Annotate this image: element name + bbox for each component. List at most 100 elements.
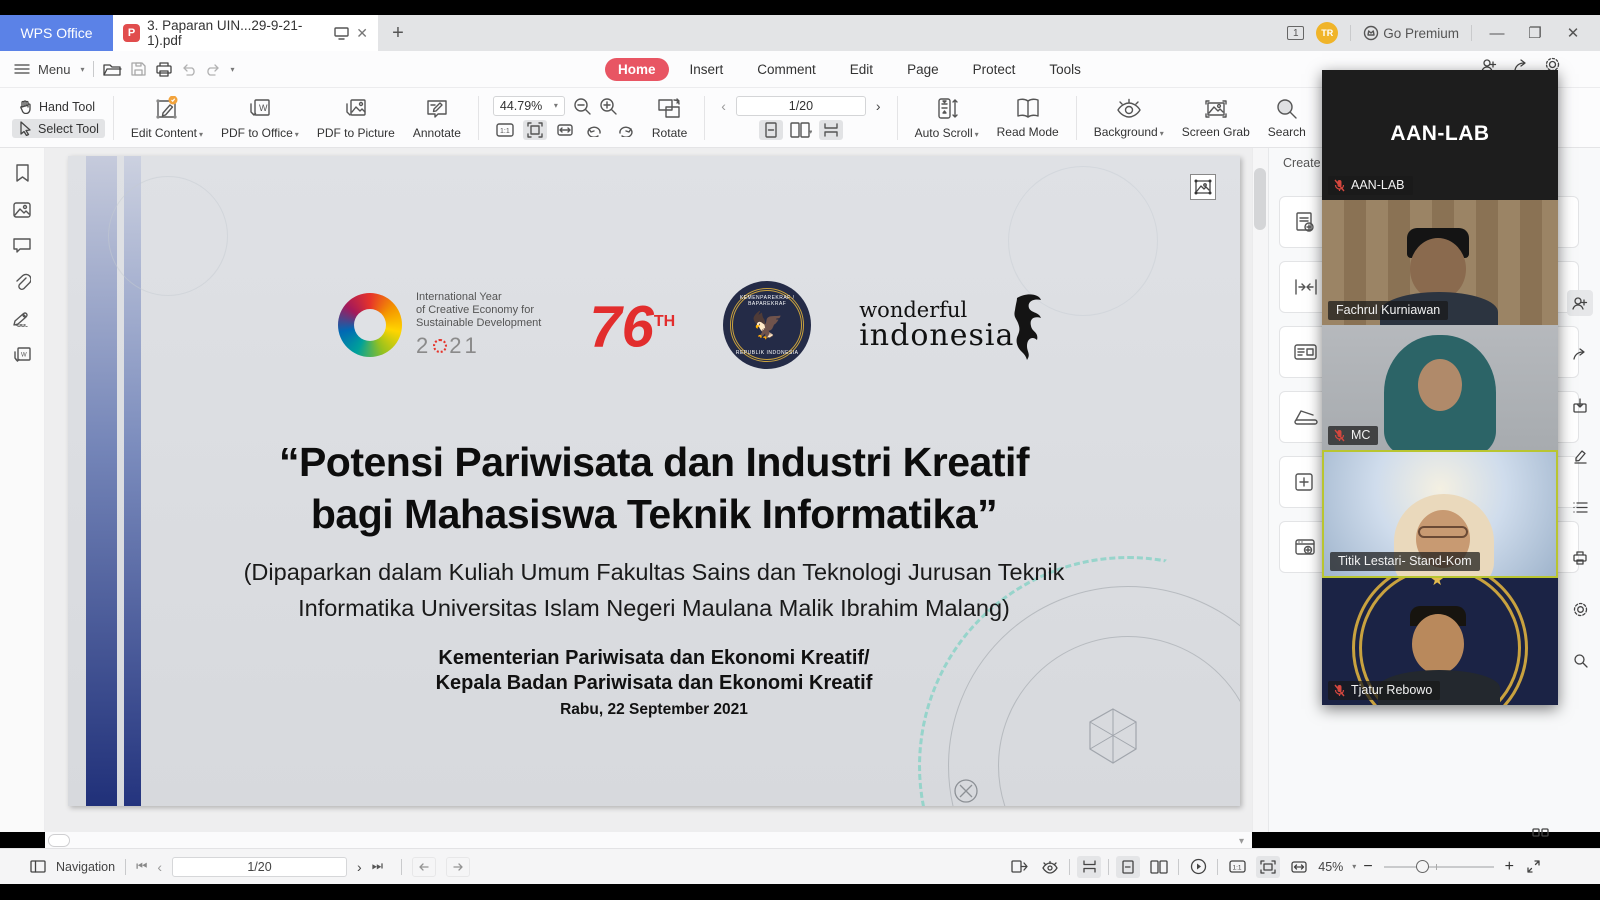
- undo-icon[interactable]: [181, 63, 197, 76]
- tab-protect[interactable]: Protect: [960, 58, 1029, 81]
- close-document-icon[interactable]: ✕: [356, 25, 368, 42]
- new-tab-button[interactable]: +: [378, 15, 418, 51]
- attachments-icon[interactable]: [13, 273, 31, 291]
- pdf-to-office-button[interactable]: W PDF to Office▾: [221, 96, 299, 140]
- comments-icon[interactable]: [13, 238, 31, 253]
- print-icon[interactable]: [155, 61, 173, 77]
- continuous-view-icon[interactable]: [1077, 856, 1101, 878]
- zoom-percentage[interactable]: 45%: [1318, 860, 1343, 874]
- rotate-right-icon[interactable]: [613, 120, 637, 140]
- search-button[interactable]: Search: [1268, 97, 1306, 139]
- pdf-page[interactable]: International Year of Creative Economy f…: [68, 156, 1240, 806]
- fit-width-icon[interactable]: [553, 120, 577, 140]
- vertical-scrollbar-thumb[interactable]: [1254, 168, 1266, 230]
- scrollbar-down-arrow[interactable]: ▾: [1239, 836, 1244, 847]
- edit-pen-icon[interactable]: [1567, 443, 1593, 469]
- next-page-icon[interactable]: ›: [876, 98, 881, 114]
- auto-scroll-button[interactable]: Auto Scroll▾: [915, 96, 979, 140]
- share-user-icon[interactable]: [1567, 290, 1593, 316]
- search-icon[interactable]: [1567, 647, 1593, 673]
- tab-comment[interactable]: Comment: [744, 58, 829, 81]
- page-number-field[interactable]: 1/20: [172, 857, 347, 877]
- single-page-view-icon[interactable]: [1116, 856, 1140, 878]
- hamburger-icon[interactable]: [14, 63, 30, 75]
- open-file-icon[interactable]: [102, 61, 122, 77]
- play-slideshow-icon[interactable]: [1186, 856, 1210, 878]
- background-eye-icon[interactable]: [1038, 856, 1062, 878]
- fit-width-icon[interactable]: [1287, 856, 1311, 878]
- fullscreen-icon[interactable]: [1521, 856, 1545, 878]
- presenting-monitor-icon[interactable]: [334, 27, 349, 40]
- list-icon[interactable]: [1567, 494, 1593, 520]
- fit-page-icon[interactable]: [1256, 856, 1280, 878]
- rotate-left-icon[interactable]: [583, 120, 607, 140]
- minimize-button[interactable]: —: [1484, 25, 1510, 42]
- single-page-view-icon[interactable]: [759, 120, 783, 140]
- previous-page-icon[interactable]: ‹: [721, 98, 726, 114]
- two-page-view-icon[interactable]: [1147, 856, 1171, 878]
- participant-tile[interactable]: Fachrul Kurniawan: [1322, 200, 1558, 325]
- meeting-panel[interactable]: AAN-LAB AAN-LAB Fachrul Kurniawan MC: [1322, 70, 1558, 705]
- hand-tool-button[interactable]: Hand Tool: [12, 97, 105, 116]
- print-icon[interactable]: [1567, 545, 1593, 571]
- horizontal-scrollbar[interactable]: [45, 832, 1252, 848]
- participant-tile-active-speaker[interactable]: Titik Lestari- Stand-Kom: [1322, 450, 1558, 578]
- redo-icon[interactable]: [205, 63, 221, 76]
- pdf-to-picture-button[interactable]: PDF to Picture: [317, 96, 395, 140]
- export-icon[interactable]: [1567, 392, 1593, 418]
- edit-content-button[interactable]: Edit Content▾: [131, 96, 203, 140]
- zoom-slider-knob[interactable]: [1416, 860, 1429, 873]
- zoom-in-plus[interactable]: +: [1505, 858, 1514, 876]
- actual-size-icon[interactable]: 1:1: [1225, 856, 1249, 878]
- navigation-label[interactable]: Navigation: [56, 860, 115, 874]
- previous-page-icon[interactable]: ‹: [157, 859, 162, 875]
- rotate-button[interactable]: Rotate: [652, 96, 687, 140]
- back-view-icon[interactable]: [412, 857, 436, 877]
- participant-tile[interactable]: MC: [1322, 325, 1558, 450]
- go-premium-button[interactable]: Go Premium: [1363, 25, 1459, 41]
- two-page-view-icon[interactable]: ▾: [789, 120, 813, 140]
- thumbnails-icon[interactable]: [13, 202, 31, 218]
- annotate-button[interactable]: Annotate: [413, 96, 461, 140]
- document-tab[interactable]: P 3. Paparan UIN...29-9-21-1).pdf ✕: [113, 15, 378, 51]
- grid-view-icon[interactable]: [1532, 828, 1550, 838]
- pdf-convert-icon[interactable]: W: [13, 347, 31, 363]
- read-mode-button[interactable]: Read Mode: [997, 97, 1059, 139]
- horizontal-scrollbar-thumb[interactable]: [48, 834, 70, 847]
- signature-icon[interactable]: [12, 311, 32, 327]
- extract-image-button[interactable]: [1190, 174, 1216, 200]
- zoom-slider[interactable]: [1384, 866, 1494, 868]
- wps-office-tab[interactable]: WPS Office: [0, 15, 113, 51]
- auto-scroll-icon[interactable]: [1007, 856, 1031, 878]
- share-arrow-icon[interactable]: [1567, 341, 1593, 367]
- restore-button[interactable]: ❐: [1522, 24, 1548, 42]
- tab-insert[interactable]: Insert: [677, 58, 737, 81]
- bookmarks-icon[interactable]: [15, 164, 30, 182]
- participant-tile[interactable]: ★ Tjatur Rebowo: [1322, 578, 1558, 705]
- close-window-button[interactable]: ✕: [1560, 24, 1586, 42]
- first-page-icon[interactable]: ⏮: [136, 859, 147, 874]
- zoom-in-icon[interactable]: [599, 97, 617, 115]
- page-number-field[interactable]: 1/20: [736, 96, 866, 116]
- tab-edit[interactable]: Edit: [837, 58, 886, 81]
- actual-size-icon[interactable]: 1:1: [493, 120, 517, 140]
- settings-gear-icon[interactable]: [1567, 596, 1593, 622]
- chevron-down-icon[interactable]: ▾: [1352, 862, 1356, 871]
- background-button[interactable]: Background▾: [1094, 97, 1164, 139]
- screen-grab-button[interactable]: Screen Grab: [1182, 97, 1250, 139]
- save-icon[interactable]: [130, 61, 147, 77]
- zoom-out-icon[interactable]: [573, 97, 591, 115]
- participant-tile[interactable]: AAN-LAB AAN-LAB: [1322, 70, 1558, 200]
- avatar[interactable]: TR: [1316, 22, 1338, 44]
- zoom-value-dropdown[interactable]: 44.79%▾: [493, 96, 565, 116]
- next-page-icon[interactable]: ›: [357, 859, 362, 875]
- tab-home[interactable]: Home: [605, 58, 669, 81]
- select-tool-button[interactable]: Select Tool: [12, 119, 105, 138]
- menu-label[interactable]: Menu: [38, 62, 71, 77]
- vertical-scrollbar[interactable]: [1252, 148, 1268, 832]
- navigation-panel-icon[interactable]: [30, 860, 46, 873]
- continuous-view-icon[interactable]: [819, 120, 843, 140]
- last-page-icon[interactable]: ⏭: [372, 859, 383, 874]
- tab-page[interactable]: Page: [894, 58, 952, 81]
- zoom-out-minus[interactable]: −: [1363, 858, 1372, 876]
